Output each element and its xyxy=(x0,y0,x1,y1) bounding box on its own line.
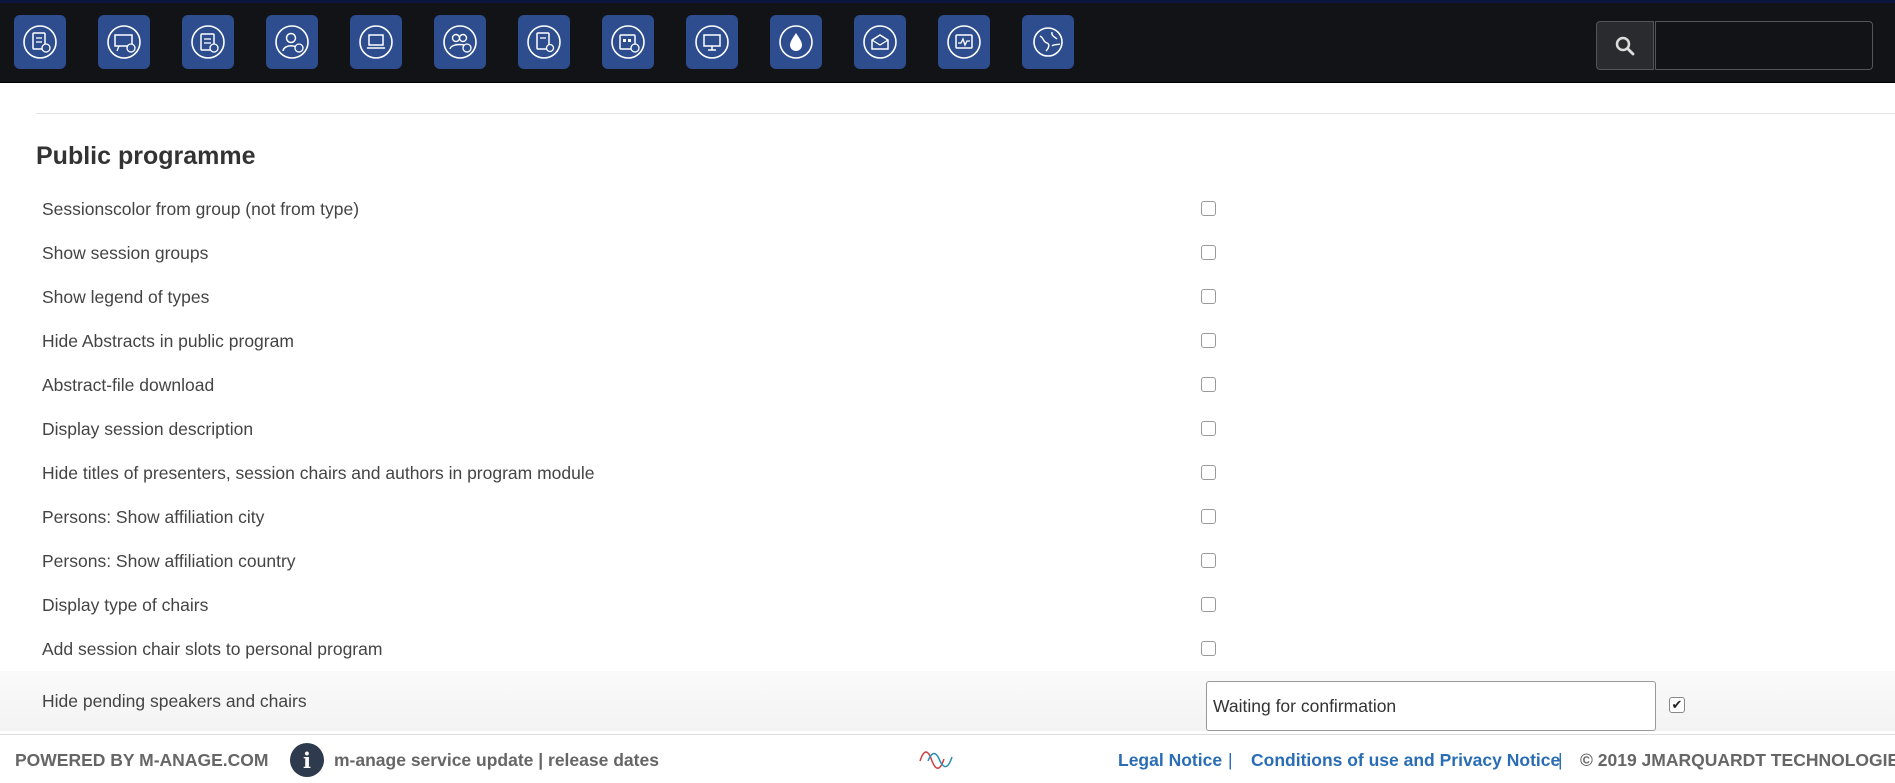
setting-checkbox[interactable] xyxy=(1201,421,1216,436)
search-button[interactable] xyxy=(1596,21,1654,70)
search-icon xyxy=(1615,36,1635,55)
setting-row: Show session groups xyxy=(0,231,1895,275)
footer: POWERED BY M-ANAGE.COM i m-anage service… xyxy=(0,734,1895,783)
setting-label: Show session groups xyxy=(42,243,209,263)
setting-row: Abstract-file download xyxy=(0,363,1895,407)
pulse-icon[interactable] xyxy=(938,15,990,69)
setting-row: Display type of chairs xyxy=(0,583,1895,627)
pending-checkbox[interactable]: ✔ xyxy=(1669,697,1685,713)
settings-list: Sessionscolor from group (not from type)… xyxy=(0,187,1895,731)
presentation-add-icon[interactable] xyxy=(98,15,150,69)
setting-row: Persons: Show affiliation city xyxy=(0,495,1895,539)
module-icon-bar xyxy=(14,15,1074,69)
setting-label: Hide titles of presenters, session chair… xyxy=(42,463,595,483)
setting-label: Hide Abstracts in public program xyxy=(42,331,294,351)
page-title: Public programme xyxy=(36,142,256,170)
top-navigation-bar xyxy=(0,0,1895,83)
powered-by-text: POWERED BY M-ANAGE.COM xyxy=(15,750,269,770)
pending-text-input[interactable] xyxy=(1206,681,1656,731)
setting-checkbox[interactable] xyxy=(1201,289,1216,304)
document-badge-icon[interactable] xyxy=(518,15,570,69)
setting-checkbox[interactable] xyxy=(1201,377,1216,392)
section-divider xyxy=(36,113,1895,114)
footer-separator: | xyxy=(1558,750,1563,770)
setting-row: Persons: Show affiliation country xyxy=(0,539,1895,583)
document-add-icon[interactable] xyxy=(14,15,66,69)
setting-checkbox[interactable] xyxy=(1201,509,1216,524)
setting-label: Add session chair slots to personal prog… xyxy=(42,639,383,659)
service-update-link[interactable]: m-anage service update | release dates xyxy=(334,750,659,771)
setting-row: Show legend of types xyxy=(0,275,1895,319)
setting-label: Persons: Show affiliation city xyxy=(42,507,265,527)
clipboard-edit-icon[interactable] xyxy=(182,15,234,69)
setting-label: Abstract-file download xyxy=(42,375,215,395)
conditions-privacy-link[interactable]: Conditions of use and Privacy Notice xyxy=(1251,750,1560,771)
copyright-text: © 2019 JMARQUARDT TECHNOLOGIES xyxy=(1580,750,1895,770)
setting-label: Show legend of types xyxy=(42,287,210,307)
globe-icon[interactable] xyxy=(1022,15,1074,69)
footer-separator: | xyxy=(1228,750,1233,770)
people-add-icon[interactable] xyxy=(434,15,486,69)
setting-row: Add session chair slots to personal prog… xyxy=(0,627,1895,671)
setting-checkbox[interactable] xyxy=(1201,597,1216,612)
setting-label: Hide pending speakers and chairs xyxy=(42,691,307,711)
setting-checkbox[interactable] xyxy=(1201,245,1216,260)
monitor-icon[interactable] xyxy=(686,15,738,69)
setting-checkbox[interactable] xyxy=(1201,465,1216,480)
setting-label: Sessionscolor from group (not from type) xyxy=(42,199,360,219)
person-add-icon[interactable] xyxy=(266,15,318,69)
setting-checkbox[interactable] xyxy=(1201,641,1216,656)
calendar-check-icon[interactable] xyxy=(602,15,654,69)
setting-row: Sessionscolor from group (not from type) xyxy=(0,187,1895,231)
setting-row: Hide titles of presenters, session chair… xyxy=(0,451,1895,495)
setting-label: Display type of chairs xyxy=(42,595,209,615)
mail-open-icon[interactable] xyxy=(854,15,906,69)
setting-label: Display session description xyxy=(42,419,254,439)
setting-checkbox[interactable] xyxy=(1201,553,1216,568)
search-input[interactable] xyxy=(1655,21,1873,70)
setting-checkbox[interactable] xyxy=(1201,333,1216,348)
setting-label: Persons: Show affiliation country xyxy=(42,551,296,571)
drop-icon[interactable] xyxy=(770,15,822,69)
setting-checkbox[interactable] xyxy=(1201,201,1216,216)
setting-row-pending: Hide pending speakers and chairs ✔ xyxy=(0,671,1895,731)
wave-logo-icon xyxy=(919,751,953,769)
legal-notice-link[interactable]: Legal Notice xyxy=(1118,750,1222,771)
laptop-icon[interactable] xyxy=(350,15,402,69)
setting-row: Display session description xyxy=(0,407,1895,451)
setting-row: Hide Abstracts in public program xyxy=(0,319,1895,363)
info-icon[interactable]: i xyxy=(290,743,324,777)
